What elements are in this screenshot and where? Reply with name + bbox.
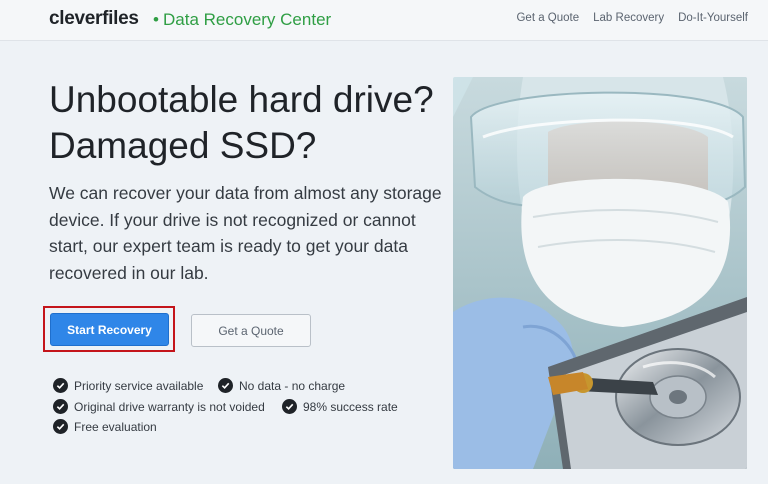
- technician-hard-drive-photo: [453, 77, 747, 469]
- check-icon: [53, 378, 68, 393]
- feature-label: Free evaluation: [74, 419, 157, 434]
- logo-separator: •: [153, 10, 159, 29]
- feature-item: Free evaluation: [53, 419, 157, 434]
- get-a-quote-button[interactable]: Get a Quote: [191, 314, 311, 347]
- logo-subtitle[interactable]: Data Recovery Center: [163, 10, 331, 30]
- nav-lab-recovery[interactable]: Lab Recovery: [593, 12, 664, 24]
- check-icon: [282, 399, 297, 414]
- photo-illustration: [453, 77, 747, 469]
- feature-label: Priority service available: [74, 378, 204, 393]
- site-header: cleverfiles • Data Recovery Center Get a…: [0, 0, 768, 41]
- feature-label: No data - no charge: [239, 378, 346, 393]
- check-icon: [53, 419, 68, 434]
- check-icon: [53, 399, 68, 414]
- feature-label: Original drive warranty is not voided: [74, 399, 265, 414]
- nav-do-it-yourself[interactable]: Do-It-Yourself: [678, 12, 748, 24]
- hero-description: We can recover your data from almost any…: [49, 183, 442, 283]
- start-recovery-button[interactable]: Start Recovery: [50, 313, 169, 346]
- check-icon: [218, 378, 233, 393]
- page-title: Unbootable hard drive? Damaged SSD?: [49, 79, 434, 166]
- top-nav: Get a Quote Lab Recovery Do-It-Yourself: [516, 12, 748, 24]
- cleverfiles-logo[interactable]: cleverfiles: [49, 8, 139, 30]
- feature-item: 98% success rate: [282, 399, 398, 414]
- feature-item: No data - no charge: [218, 378, 345, 393]
- nav-get-a-quote[interactable]: Get a Quote: [516, 12, 579, 24]
- feature-item: Original drive warranty is not voided: [53, 399, 265, 414]
- feature-label: 98% success rate: [303, 399, 398, 414]
- feature-item: Priority service available: [53, 378, 203, 393]
